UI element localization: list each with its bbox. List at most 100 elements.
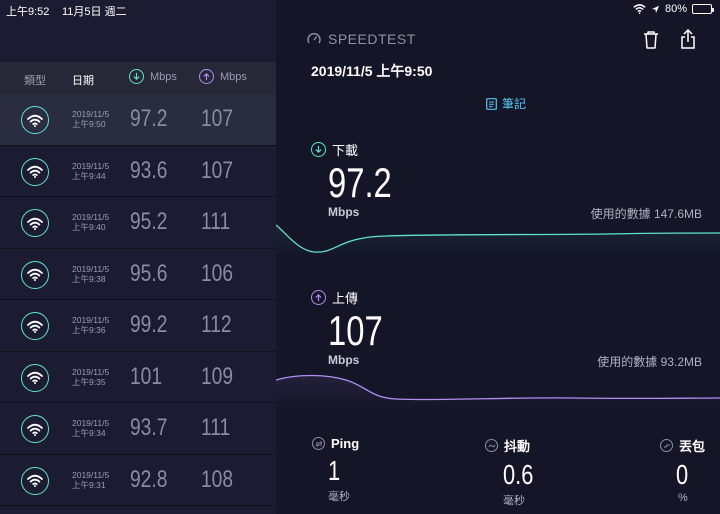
upload-arrow-icon	[199, 69, 214, 84]
wifi-connection-icon	[21, 157, 49, 186]
row-date: 2019/11/5	[72, 469, 110, 480]
row-time: 上午9:34	[72, 428, 106, 438]
row-datetime: 2019/11/5 上午9:38	[72, 264, 109, 284]
battery-icon	[692, 4, 714, 14]
row-upload: 112	[201, 311, 232, 338]
history-row[interactable]: 2019/11/5 上午9:44 93.6 107	[0, 145, 276, 197]
status-bar: 上午9:52 11月5日 週二 80%	[0, 0, 720, 18]
share-icon[interactable]	[680, 28, 696, 50]
download-graph	[276, 224, 720, 260]
row-upload: 107	[201, 105, 234, 132]
download-value: 97.2	[328, 159, 392, 206]
row-download: 95.6	[130, 259, 168, 287]
jitter-unit: 毫秒	[503, 495, 525, 507]
ping-value: 1	[328, 455, 341, 486]
wifi-connection-icon	[21, 260, 49, 289]
packet-loss-stat: 丟包 0 %	[660, 436, 705, 504]
history-row[interactable]: 2019/11/5 上午9:31 92.8 108	[0, 454, 276, 506]
status-time: 上午9:52	[6, 6, 50, 18]
row-download: 95.2	[130, 208, 168, 235]
upload-label: 上傳	[311, 288, 358, 307]
row-datetime: 2019/11/5 上午9:31	[72, 470, 109, 490]
jitter-stat: 抖動 0.6 毫秒	[485, 436, 542, 508]
battery-percent: 80%	[664, 3, 687, 15]
row-datetime: 2019/11/5 上午9:35	[72, 367, 109, 387]
download-unit: Mbps	[328, 205, 360, 219]
wifi-status-icon	[633, 4, 646, 14]
status-date: 11月5日 週二	[62, 6, 127, 18]
wifi-connection-icon	[21, 106, 49, 134]
column-type[interactable]: 類型	[24, 72, 46, 88]
jitter-icon	[485, 439, 498, 452]
row-date: 2019/11/5	[72, 263, 110, 274]
row-upload: 106	[201, 259, 234, 287]
upload-value: 107	[328, 307, 383, 354]
row-upload: 111	[201, 414, 231, 441]
packet-loss-unit: %	[678, 492, 688, 504]
result-detail: SPEEDTEST 2019/11/5 上午9:50 筆記 下載 97.2 Mb…	[276, 0, 720, 514]
history-row[interactable]: 2019/11/5 上午9:40 95.2 111	[0, 197, 276, 249]
history-row[interactable]: 2019/11/5 上午9:36 99.2 112	[0, 300, 276, 352]
upload-arrow-icon	[311, 290, 326, 305]
row-datetime: 2019/11/5 上午9:36	[72, 315, 109, 335]
jitter-value: 0.6	[503, 459, 534, 490]
row-download: 97.2	[130, 105, 168, 132]
history-row[interactable]: 2019/11/5 上午9:38 95.6 106	[0, 248, 276, 300]
row-time: 上午9:36	[72, 325, 106, 335]
row-time: 上午9:31	[72, 479, 106, 490]
row-time: 上午9:38	[72, 273, 106, 284]
row-time: 上午9:50	[72, 119, 106, 129]
row-date: 2019/11/5	[72, 212, 110, 222]
column-download-unit: Mbps	[150, 70, 177, 83]
row-upload: 109	[201, 362, 234, 390]
jitter-label: 抖動	[504, 439, 531, 454]
wifi-connection-icon	[21, 312, 49, 340]
ping-unit: 毫秒	[328, 491, 350, 503]
history-row[interactable]: 2019/11/5 上午9:34 93.7 111	[0, 403, 276, 455]
history-header: 類型 日期 Mbps Mbps	[0, 62, 276, 94]
row-download: 101	[130, 362, 163, 390]
row-time: 上午9:40	[72, 222, 106, 232]
row-upload: 107	[201, 156, 234, 184]
row-upload: 111	[201, 208, 231, 235]
trash-icon[interactable]	[642, 30, 660, 50]
history-list: 2019/11/5 上午9:50 97.2 107 2019/11/5 上午9:44 93.…	[0, 94, 276, 506]
download-arrow-icon	[129, 69, 144, 84]
upload-unit: Mbps	[328, 353, 360, 367]
upload-graph	[276, 374, 720, 410]
column-date[interactable]: 日期	[72, 72, 94, 88]
history-row[interactable]: 2019/11/5 上午9:35 101 109	[0, 351, 276, 403]
wifi-connection-icon	[21, 209, 49, 237]
row-date: 2019/11/5	[72, 109, 110, 119]
result-datetime: 2019/11/5 上午9:50	[311, 63, 433, 79]
packet-loss-icon	[660, 439, 673, 452]
row-download: 93.7	[130, 414, 168, 441]
row-time: 上午9:35	[72, 376, 106, 387]
ping-stat: Ping 1 毫秒	[312, 436, 359, 504]
row-download: 92.8	[130, 465, 168, 493]
history-row[interactable]: 2019/11/5 上午9:50 97.2 107	[0, 94, 276, 146]
notes-label: 筆記	[502, 97, 527, 111]
row-datetime: 2019/11/5 上午9:44	[72, 161, 109, 181]
row-time: 上午9:44	[72, 170, 106, 181]
column-upload[interactable]: Mbps	[199, 69, 247, 84]
location-icon	[651, 5, 660, 13]
row-date: 2019/11/5	[72, 418, 110, 428]
download-arrow-icon	[311, 142, 326, 157]
wifi-connection-icon	[21, 363, 49, 392]
row-date: 2019/11/5	[72, 160, 110, 171]
history-panel: 類型 日期 Mbps Mbps 2019/11/5 上午9:50 97.2 107 20…	[0, 0, 276, 514]
packet-loss-label: 丟包	[679, 439, 706, 454]
row-date: 2019/11/5	[72, 315, 110, 325]
brand-name: SPEEDTEST	[328, 31, 416, 47]
row-date: 2019/11/5	[72, 366, 110, 377]
row-datetime: 2019/11/5 上午9:40	[72, 212, 109, 232]
notes-icon	[486, 97, 497, 110]
ping-icon	[312, 437, 325, 450]
wifi-connection-icon	[21, 415, 49, 443]
speedometer-icon	[307, 33, 321, 44]
row-download: 93.6	[130, 156, 168, 184]
column-download[interactable]: Mbps	[129, 69, 177, 84]
notes-button[interactable]: 筆記	[486, 95, 526, 112]
column-upload-unit: Mbps	[220, 70, 247, 83]
